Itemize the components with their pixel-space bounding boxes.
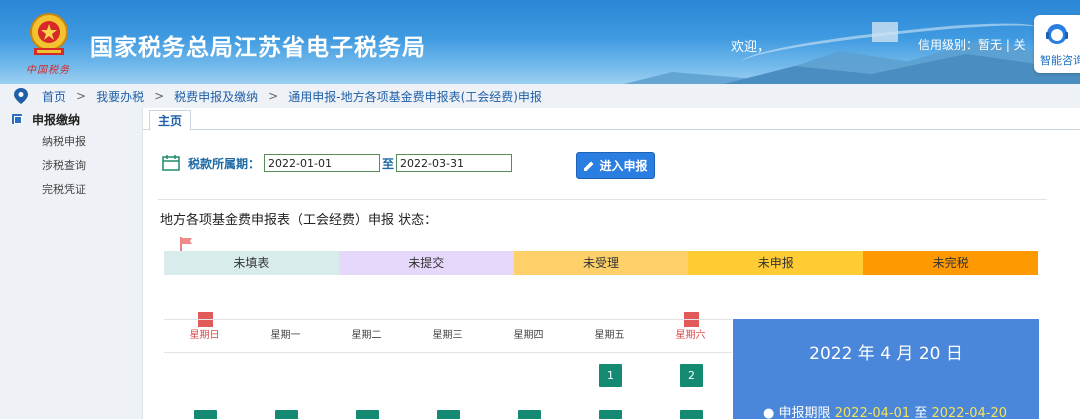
period-to-label: 至 — [382, 156, 395, 171]
weekday-thu: 星期四 — [513, 330, 544, 341]
sidebar-section-declare[interactable]: 申报缴纳 — [0, 108, 142, 130]
calendar-day[interactable]: 1 — [599, 364, 622, 387]
smart-consult-button[interactable]: 智能咨询 — [1034, 15, 1080, 73]
current-date: 2022 年 4 月 20 日 — [809, 344, 963, 364]
calendar-header: 星期日 星期一 星期二 星期三 星期四 星期五 星期六 — [164, 319, 732, 353]
customer-service-icon — [1046, 24, 1068, 44]
breadcrumb-my-tax[interactable]: 我要办税 — [96, 88, 144, 105]
sidebar-item-tax-query[interactable]: 涉税查询 — [0, 154, 142, 178]
period-start-input[interactable] — [264, 154, 381, 172]
breadcrumb-separator: > — [76, 89, 87, 103]
deadline-start: 2022-04-01 — [834, 406, 911, 419]
calendar-icon — [162, 155, 180, 171]
status-title: 地方各项基金费申报表（工会经费）申报 状态： — [160, 213, 438, 228]
current-date-panel: 2022 年 4 月 20 日 ● 申报期限 2022-04-01 至 2022… — [733, 319, 1039, 419]
sidebar-item-tax-certificate[interactable]: 完税凭证 — [0, 178, 142, 202]
location-pin-icon — [14, 88, 28, 104]
breadcrumb-current[interactable]: 通用申报-地方各项基金费申报表(工会经费)申报 — [288, 88, 542, 105]
tax-emblem-icon — [30, 13, 68, 55]
breadcrumb-home[interactable]: 首页 — [42, 88, 66, 105]
status-step-unaccepted: 未受理 — [513, 251, 689, 275]
calendar-day[interactable] — [356, 410, 379, 419]
watchtower-decoration — [872, 22, 898, 42]
flag-icon — [180, 237, 192, 251]
weekday-tue: 星期二 — [351, 330, 382, 341]
calendar-day[interactable] — [437, 410, 460, 419]
declaration-deadline: ● 申报期限 2022-04-01 至 2022-04-20 — [763, 402, 1007, 419]
sidebar-item-tax-declare[interactable]: 纳税申报 — [0, 130, 142, 154]
weekday-sun: 星期日 — [189, 330, 220, 341]
calendar-day[interactable]: 2 — [680, 364, 703, 387]
weekday-wed: 星期三 — [432, 330, 463, 341]
status-step-unfilled: 未填表 — [164, 251, 339, 275]
table-icon — [12, 114, 22, 124]
breadcrumb-separator: > — [268, 89, 279, 103]
calendar-day[interactable] — [518, 410, 541, 419]
emblem-caption: 中国税务 — [26, 65, 70, 76]
deadline-end: 2022-04-20 — [931, 406, 1008, 419]
calendar-day[interactable] — [194, 410, 217, 419]
welcome-text: 欢迎， — [731, 40, 771, 55]
sidebar: 申报缴纳 纳税申报 涉税查询 完税凭证 — [0, 108, 143, 419]
status-progress-bar: 未填表 未提交 未受理 未申报 未完税 — [164, 251, 1038, 275]
period-end-input[interactable] — [396, 154, 513, 172]
divider — [158, 199, 1047, 200]
enter-declaration-label: 进入申报 — [599, 159, 648, 173]
site-header: 中国税务 国家税务总局江苏省电子税务局 欢迎， 信用级别：暂无 | 关 智能咨询 — [0, 0, 1080, 84]
enter-declaration-button[interactable]: 进入申报 — [576, 152, 655, 179]
breadcrumb-declaration[interactable]: 税费申报及缴纳 — [174, 88, 258, 105]
tab-bar: 主页 — [143, 108, 1080, 131]
tax-period-label: 税款所属期： — [188, 156, 261, 171]
breadcrumb-separator: > — [154, 89, 165, 103]
status-step-unsubmitted: 未提交 — [338, 251, 514, 275]
status-step-undeclared: 未申报 — [688, 251, 864, 275]
calendar-day[interactable] — [599, 410, 622, 419]
status-step-unpaid: 未完税 — [863, 251, 1038, 275]
tax-period-row: 税款所属期： 至 — [162, 154, 513, 172]
deadline-label: ● 申报期限 — [763, 406, 831, 419]
tab-home[interactable]: 主页 — [149, 110, 192, 131]
weekday-fri: 星期五 — [594, 330, 625, 341]
edit-icon — [584, 161, 594, 171]
weekday-sat: 星期六 — [675, 330, 706, 341]
calendar-day[interactable] — [275, 410, 298, 419]
breadcrumb: 首页 > 我要办税 > 税费申报及缴纳 > 通用申报-地方各项基金费申报表(工会… — [0, 84, 1080, 108]
sidebar-section-label: 申报缴纳 — [32, 112, 81, 127]
credit-level[interactable]: 信用级别：暂无 | 关 — [918, 36, 1026, 53]
smart-consult-label: 智能咨询 — [1040, 54, 1080, 67]
weekday-mon: 星期一 — [270, 330, 301, 341]
calendar-day[interactable] — [680, 410, 703, 419]
deadline-to: 至 — [914, 406, 928, 419]
site-title: 国家税务总局江苏省电子税务局 — [90, 35, 426, 61]
